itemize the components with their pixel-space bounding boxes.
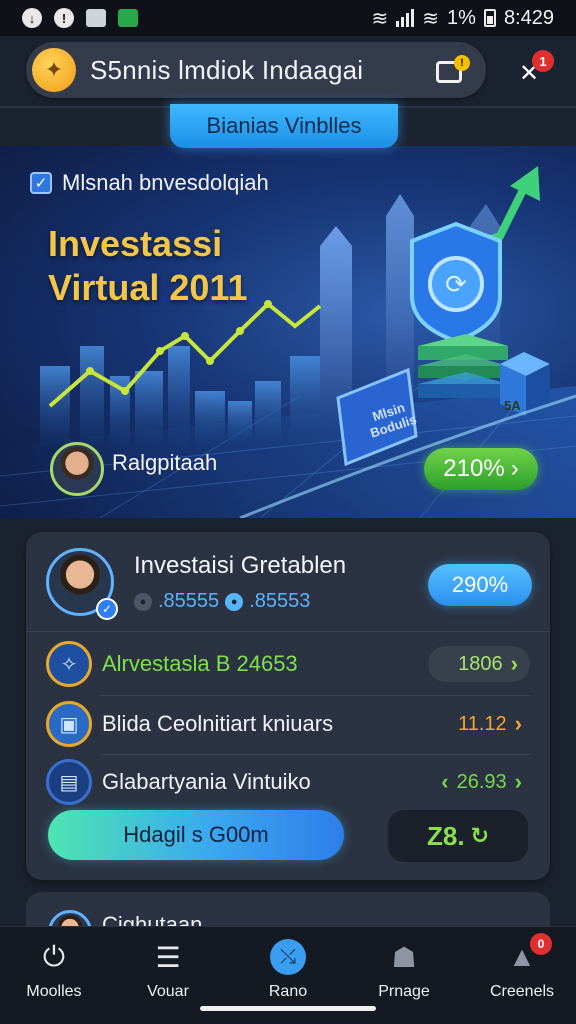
- total-value-text: Z8.: [426, 820, 465, 851]
- list-item-value: ‹ 26.93 ›: [441, 769, 530, 795]
- promo-banner[interactable]: ⟳ ✓ Mlsnah bnvesdolqiah Investassi Virtu…: [0, 146, 576, 518]
- app-title: S5nnis lmdiok Indaagai: [90, 54, 364, 85]
- card-title: Investaisi Gretablen: [134, 552, 347, 579]
- box-icon: ▤: [46, 759, 92, 805]
- tab-active[interactable]: Bianias Vinblles: [170, 104, 398, 148]
- app-header: ✦ S5nnis lmdiok Indaagai !: [26, 42, 486, 98]
- list-item-label: Alrvestasla B 24653: [102, 651, 298, 676]
- chevron-right-icon: ›: [510, 651, 518, 676]
- investment-card: ✓ Investaisi Gretablen ● .85555 ● .85553…: [26, 532, 550, 880]
- alert-icon: !: [54, 8, 74, 28]
- nav-label: Creenels: [489, 983, 555, 1000]
- list-icon: ☰: [155, 941, 181, 973]
- row-divider: [100, 695, 530, 696]
- total-value[interactable]: Z8. ↻: [388, 810, 528, 862]
- list-item[interactable]: ▤ Glabartyania Vintuiko ‹ 26.93 ›: [46, 756, 530, 808]
- row-divider: [100, 754, 530, 755]
- status-bar: ↓ ! ≋ ≋ 1% 8:429: [0, 0, 576, 36]
- coin-icon-2: ●: [225, 592, 244, 611]
- chevron-right-icon: ›: [514, 769, 522, 794]
- list-item-value-text: 26.93: [456, 770, 507, 793]
- refresh-icon: ↻: [470, 823, 489, 848]
- chevron-left-icon: ‹: [441, 769, 449, 794]
- nav-label: Rano: [268, 983, 308, 1000]
- list-item-value-text: 11.12: [458, 712, 507, 735]
- verified-icon: ✓: [96, 598, 118, 620]
- download-icon: ↓: [22, 8, 42, 28]
- banner-subtitle: Mlsnah bnvesdolqiah: [62, 170, 269, 195]
- signal-icon: [396, 9, 415, 27]
- banner-title: Investassi Virtual 2011: [48, 223, 248, 308]
- nav-item-channels[interactable]: ▲ 0 Creenels: [472, 927, 572, 1024]
- power-icon: ⏻: [42, 940, 66, 972]
- card-percent-badge[interactable]: 290%: [428, 564, 532, 606]
- status-right: ≋ ≋ 1% 8:429: [372, 6, 555, 31]
- chevron-right-icon: ›: [514, 711, 522, 736]
- chat-alert-dot: !: [454, 55, 470, 71]
- compass-icon: ✧: [46, 641, 92, 687]
- app-logo-icon[interactable]: ✦: [32, 48, 76, 92]
- gallery-icon: [86, 9, 106, 27]
- coin-icon: ●: [134, 592, 152, 611]
- sheet-icon: [118, 9, 138, 27]
- nav-item-home[interactable]: ⏻ Moolles: [4, 927, 104, 1024]
- list-item-value-text: 1806: [458, 652, 503, 675]
- cube-icon: ▣: [46, 701, 92, 747]
- wifi-icon: ≋: [371, 7, 389, 30]
- list-item-label: Blida Ceolnitiart kniuars: [102, 711, 334, 736]
- battery-icon: [483, 9, 496, 27]
- list-item[interactable]: ▣ Blida Ceolnitiart kniuars 11.12 ›: [46, 698, 530, 750]
- banner-avatar: [50, 442, 104, 496]
- status-left-icons: ↓ !: [22, 8, 138, 28]
- nav-label: Vouar: [147, 983, 189, 1000]
- banner-user-name: Ralgpitaah: [112, 450, 218, 475]
- list-item[interactable]: ✧ Alrvestasla B 24653 1806 ›: [46, 638, 530, 690]
- svg-text:⟳: ⟳: [445, 270, 467, 300]
- primary-action-button[interactable]: Hdagil s G00m: [48, 810, 344, 860]
- banner-percent-value: 210%: [443, 455, 505, 482]
- list-item-value: 11.12 ›: [458, 711, 530, 737]
- stat-b: .85553: [249, 590, 311, 612]
- battery-percent: 1%: [447, 6, 476, 29]
- banner-percent-button[interactable]: 210% ›: [424, 448, 538, 490]
- card-header: ✓ Investaisi Gretablen ● .85555 ● .85553…: [26, 532, 550, 632]
- list-item-value: 1806 ›: [428, 646, 530, 682]
- list-item-label: Glabartyania Vintuiko: [102, 769, 311, 794]
- banner-cube-label: 5A: [504, 398, 521, 413]
- wifi2-icon: ≋: [422, 7, 440, 30]
- clock: 8:429: [503, 6, 554, 29]
- notification-badge: 1: [532, 50, 554, 72]
- robot-icon: ☗: [391, 941, 417, 973]
- chart-icon: ⤯: [270, 939, 306, 975]
- stat-a: .85555: [158, 590, 220, 612]
- home-indicator[interactable]: [200, 1006, 376, 1011]
- banner-check-icon: ✓: [30, 172, 52, 194]
- nav-badge: 0: [530, 933, 552, 955]
- chat-button[interactable]: !: [436, 55, 470, 85]
- arrow-right-icon: ›: [510, 455, 519, 482]
- card-stats: ● .85555 ● .85553: [134, 590, 310, 613]
- nav-label: Moolles: [26, 983, 82, 1000]
- nav-label: Prnage: [378, 983, 430, 1000]
- notification-button[interactable]: ✕ 1: [510, 50, 554, 90]
